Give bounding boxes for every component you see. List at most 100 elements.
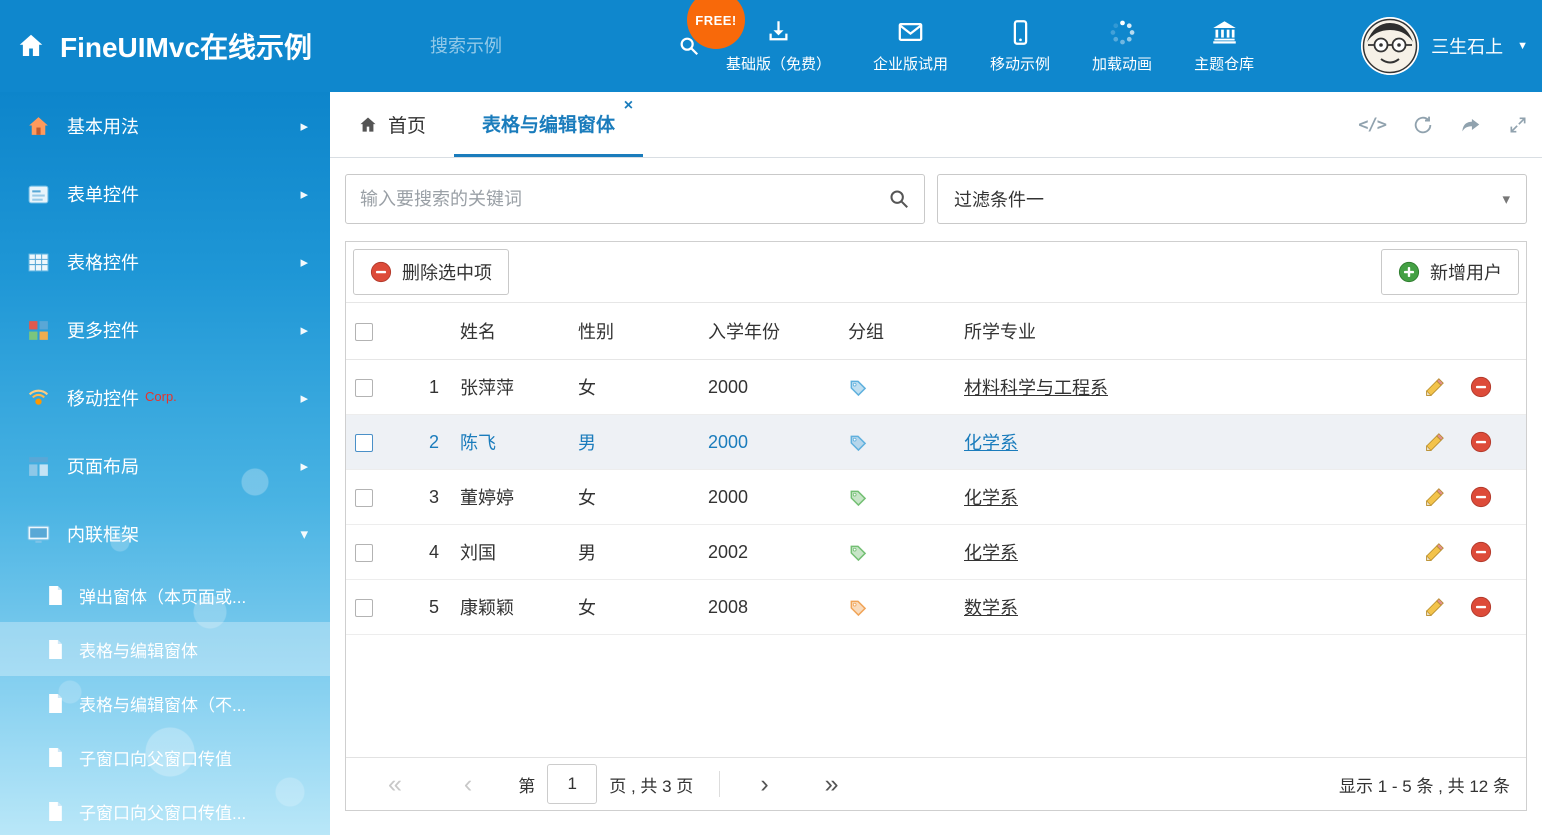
home-icon [358, 115, 378, 135]
sidebar-item-label: 表格控件 [67, 249, 139, 275]
tag-icon [848, 598, 868, 618]
table-row[interactable]: 4 刘国 男 2002 化学系 [346, 525, 1526, 580]
page-number-input[interactable] [547, 764, 597, 804]
sidebar-subitem-label: 弹出窗体（本页面或... [79, 583, 246, 608]
row-checkbox[interactable] [355, 544, 373, 562]
major-link[interactable]: 材料科学与工程系 [964, 378, 1108, 398]
frame-icon [26, 522, 51, 547]
table-row[interactable]: 1 张萍萍 女 2000 材料科学与工程系 [346, 360, 1526, 415]
document-icon [46, 639, 65, 660]
sidebar-subitem-grid-edit-window-2[interactable]: 表格与编辑窗体（不... [0, 676, 330, 730]
document-icon [46, 801, 65, 822]
nav-item-theme-store[interactable]: 主题仓库 [1194, 19, 1254, 74]
add-user-label: 新增用户 [1430, 259, 1502, 285]
table-row[interactable]: 5 康颖颖 女 2008 数学系 [346, 580, 1526, 635]
document-icon [46, 585, 65, 606]
tab-toolbar: </> [1358, 92, 1528, 158]
filter-dropdown-value: 过滤条件一 [954, 186, 1044, 212]
delete-selected-button[interactable]: 删除选中项 [353, 249, 509, 295]
delete-icon[interactable] [1470, 596, 1492, 618]
major-link[interactable]: 化学系 [964, 433, 1018, 453]
fullscreen-icon[interactable] [1508, 115, 1528, 135]
tab-home[interactable]: 首页 [330, 92, 454, 157]
chevron-right-icon: ▸ [300, 457, 308, 475]
cell-name: 陈飞 [445, 415, 563, 470]
brand[interactable]: FineUIMvc在线示例 [16, 0, 312, 92]
cell-index: 2 [401, 415, 445, 470]
sidebar-subitem-child-to-parent-2[interactable]: 子窗口向父窗口传值... [0, 784, 330, 835]
table-icon [26, 250, 51, 275]
page-next-button[interactable]: › [760, 772, 768, 797]
blocks-icon [26, 318, 51, 343]
pager-divider [719, 771, 720, 797]
cell-gender: 女 [563, 470, 693, 525]
delete-icon[interactable] [1470, 376, 1492, 398]
sidebar-subitem-grid-edit-window[interactable]: 表格与编辑窗体 [0, 622, 330, 676]
refresh-icon[interactable] [1412, 114, 1434, 136]
tab-grid-edit-window[interactable]: 表格与编辑窗体 × [454, 92, 643, 157]
sidebar-item-mobile-controls[interactable]: 移动控件 Corp. ▸ [0, 364, 330, 432]
select-all-checkbox[interactable] [355, 323, 373, 341]
cell-year: 2000 [693, 470, 833, 525]
document-icon [46, 693, 65, 714]
delete-icon[interactable] [1470, 431, 1492, 453]
cell-year: 2000 [693, 360, 833, 415]
edit-icon[interactable] [1424, 377, 1445, 398]
nav-item-loading-animation[interactable]: 加载动画 [1092, 19, 1152, 74]
sidebar-subitem-label: 子窗口向父窗口传值 [79, 745, 232, 770]
chevron-right-icon: ▸ [300, 185, 308, 203]
filter-dropdown[interactable]: 过滤条件一 ▾ [937, 174, 1527, 224]
nav-item-mobile-demo[interactable]: 移动示例 [990, 19, 1050, 74]
row-checkbox[interactable] [355, 489, 373, 507]
nav-label: 移动示例 [990, 53, 1050, 74]
chevron-right-icon: ▸ [300, 321, 308, 339]
sidebar-item-basic-usage[interactable]: 基本用法 ▸ [0, 92, 330, 160]
cell-gender: 男 [563, 415, 693, 470]
row-checkbox[interactable] [355, 434, 373, 452]
edit-icon[interactable] [1424, 542, 1445, 563]
major-link[interactable]: 化学系 [964, 488, 1018, 508]
chevron-right-icon: ▸ [300, 117, 308, 135]
page-last-button[interactable]: » [825, 772, 839, 797]
sidebar: 基本用法 ▸ 表单控件 ▸ 表格控件 ▸ 更多控件 ▸ 移动控件 Corp. ▸… [0, 92, 330, 835]
nav-label: 主题仓库 [1194, 53, 1254, 74]
edit-icon[interactable] [1424, 597, 1445, 618]
document-icon [46, 747, 65, 768]
cell-name: 康颖颖 [445, 580, 563, 635]
row-checkbox[interactable] [355, 379, 373, 397]
row-checkbox[interactable] [355, 599, 373, 617]
header-search-input[interactable] [430, 36, 662, 57]
keyword-search-input[interactable] [360, 189, 888, 210]
sidebar-item-more-controls[interactable]: 更多控件 ▸ [0, 296, 330, 364]
plus-icon [1398, 261, 1420, 283]
page-first-button[interactable]: « [388, 772, 402, 797]
user-menu[interactable]: 三生石上 ▼ [1361, 0, 1528, 92]
sidebar-item-form-controls[interactable]: 表单控件 ▸ [0, 160, 330, 228]
delete-icon[interactable] [1470, 486, 1492, 508]
page-prev-button[interactable]: ‹ [464, 772, 472, 797]
search-icon[interactable] [888, 188, 910, 210]
app-title: FineUIMvc在线示例 [60, 26, 312, 66]
major-link[interactable]: 化学系 [964, 543, 1018, 563]
sidebar-item-inline-frame[interactable]: 内联框架 ▾ [0, 500, 330, 568]
table-row[interactable]: 3 董婷婷 女 2000 化学系 [346, 470, 1526, 525]
major-link[interactable]: 数学系 [964, 598, 1018, 618]
signal-icon [26, 386, 51, 411]
cell-index: 5 [401, 580, 445, 635]
add-user-button[interactable]: 新增用户 [1381, 249, 1519, 295]
sidebar-subitem-child-to-parent[interactable]: 子窗口向父窗口传值 [0, 730, 330, 784]
edit-icon[interactable] [1424, 487, 1445, 508]
data-table: 姓名 性别 入学年份 分组 所学专业 1 张萍萍 女 2000 材料 [346, 302, 1526, 635]
avatar [1361, 17, 1419, 75]
table-row[interactable]: 2 陈飞 男 2000 化学系 [346, 415, 1526, 470]
sidebar-item-table-controls[interactable]: 表格控件 ▸ [0, 228, 330, 296]
nav-item-enterprise-trial[interactable]: 企业版试用 [873, 19, 948, 74]
delete-icon[interactable] [1470, 541, 1492, 563]
sidebar-subitem-popup-window[interactable]: 弹出窗体（本页面或... [0, 568, 330, 622]
share-icon[interactable] [1460, 114, 1482, 136]
column-delete [1462, 303, 1526, 360]
sidebar-item-page-layout[interactable]: 页面布局 ▸ [0, 432, 330, 500]
close-icon[interactable]: × [624, 98, 633, 114]
edit-icon[interactable] [1424, 432, 1445, 453]
code-view-icon[interactable]: </> [1358, 115, 1386, 135]
